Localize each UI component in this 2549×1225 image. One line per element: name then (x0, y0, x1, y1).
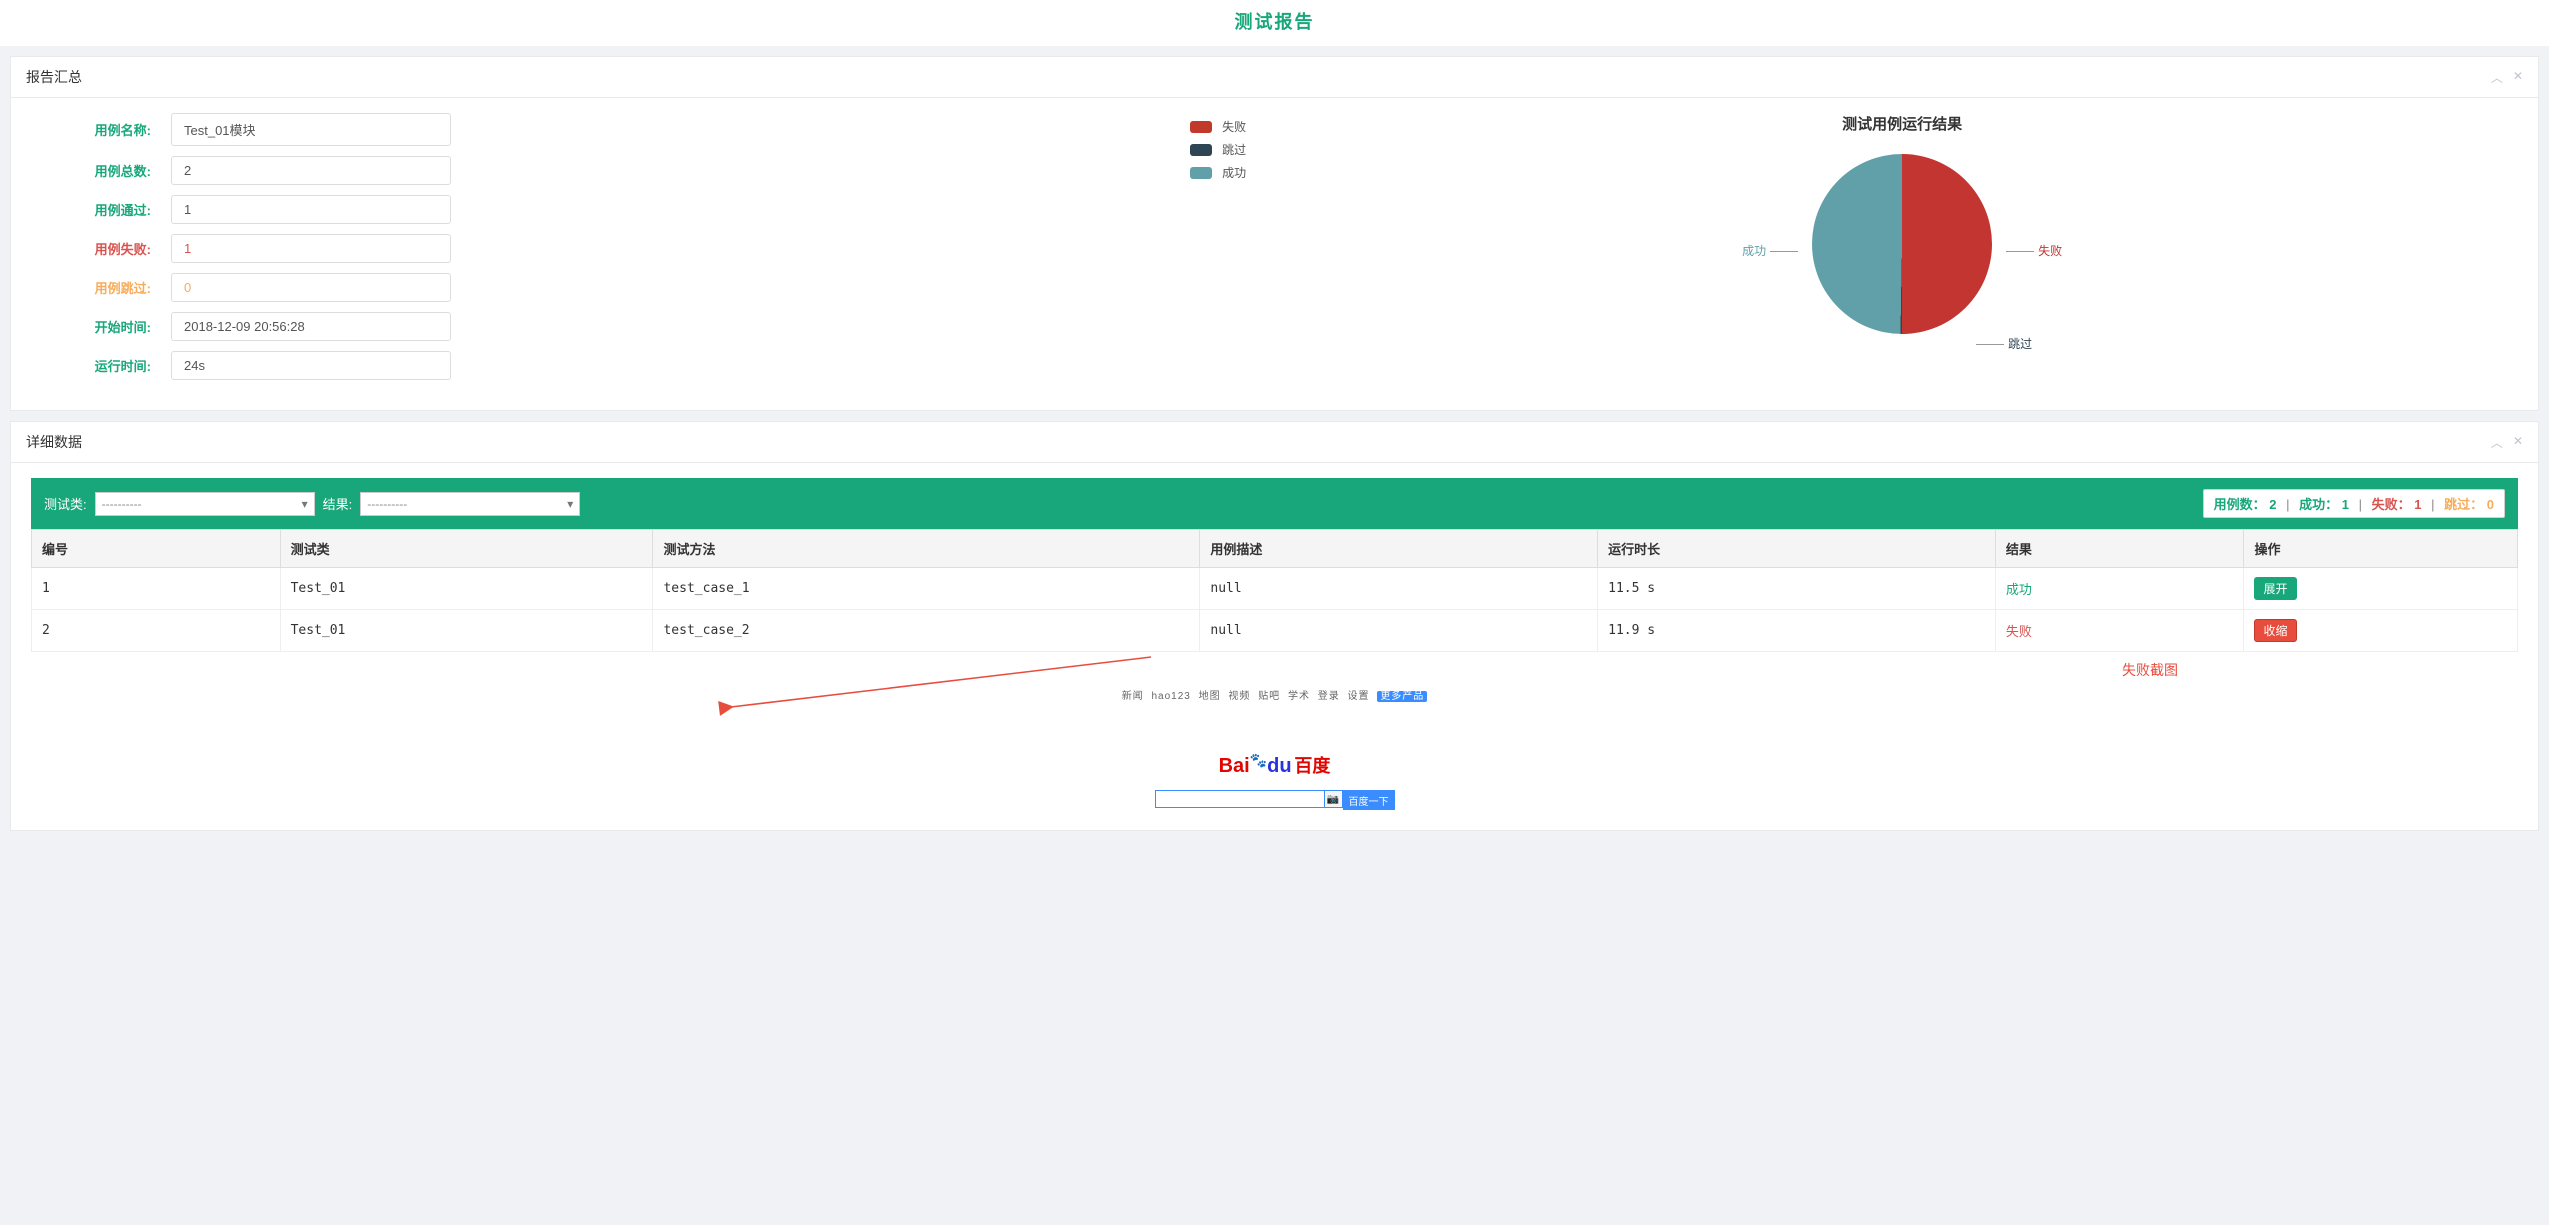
filter-result-select[interactable]: ---------- (360, 492, 580, 516)
value-case-pass: 1 (171, 195, 451, 224)
summary-panel-heading: 报告汇总 ︿ ✕ (11, 57, 2538, 98)
cell-result: 成功 (1995, 568, 2244, 610)
value-run-time: 24s (171, 351, 451, 380)
th-method: 测试方法 (653, 530, 1200, 568)
filter-result-label: 结果: (323, 494, 353, 513)
label-case-pass: 用例通过: (71, 200, 151, 219)
th-action: 操作 (2244, 530, 2518, 568)
counter-fail-value: 1 (2414, 497, 2421, 512)
legend-label-skip: 跳过 (1222, 141, 1246, 158)
annotation-arrow-icon (711, 652, 1171, 722)
counter-skip-value: 0 (2487, 497, 2494, 512)
pie-chart (1812, 154, 1992, 334)
th-idx: 编号 (32, 530, 281, 568)
annotation-text: 失败截图 (2122, 660, 2178, 680)
counter-skip-label: 跳过： (2444, 497, 2483, 512)
annotation-area: 失败截图 新闻 hao123 地图 视频 贴吧 (31, 652, 2518, 810)
row-case-skip: 用例跳过: 0 (71, 273, 1150, 302)
paw-icon: 🐾 (1250, 752, 1267, 768)
summary-panel-title: 报告汇总 (26, 67, 82, 87)
counter-pass-value: 1 (2342, 497, 2349, 512)
counter-pass-label: 成功： (2299, 497, 2338, 512)
th-duration: 运行时长 (1598, 530, 1996, 568)
expand-button[interactable]: 展开 (2254, 577, 2296, 600)
label-case-skip: 用例跳过: (71, 278, 151, 297)
filter-class-value: ---------- (102, 497, 142, 511)
camera-icon: 📷 (1325, 790, 1343, 808)
counter-box: 用例数： 2 | 成功： 1 | 失败： 1 | 跳过： 0 (2203, 489, 2505, 518)
cell-method: test_case_2 (653, 610, 1200, 652)
summary-form: 用例名称: Test_01模块 用例总数: 2 用例通过: 1 用例失败: 1 (31, 113, 1150, 390)
chart-legend: 失败 跳过 成功 (1190, 113, 1246, 187)
counter-total-value: 2 (2269, 497, 2276, 512)
cell-cls: Test_01 (280, 568, 653, 610)
row-start-time: 开始时间: 2018-12-09 20:56:28 (71, 312, 1150, 341)
legend-skip[interactable]: 跳过 (1190, 141, 1246, 158)
counter-total-label: 用例数： (2214, 497, 2266, 512)
legend-label-pass: 成功 (1222, 164, 1246, 181)
value-case-skip: 0 (171, 273, 451, 302)
close-icon[interactable]: ✕ (2513, 434, 2523, 451)
legend-swatch-skip (1190, 144, 1212, 156)
row-case-fail: 用例失败: 1 (71, 234, 1150, 263)
label-case-name: 用例名称: (71, 120, 151, 139)
row-case-pass: 用例通过: 1 (71, 195, 1150, 224)
legend-swatch-pass (1190, 167, 1212, 179)
collapse-button[interactable]: 收缩 (2254, 619, 2296, 642)
legend-pass[interactable]: 成功 (1190, 164, 1246, 181)
value-case-fail: 1 (171, 234, 451, 263)
detail-panel: 详细数据 ︿ ✕ 测试类: ---------- 结果: ---------- (10, 421, 2539, 831)
shot-search-input (1155, 790, 1325, 808)
close-icon[interactable]: ✕ (2513, 69, 2523, 86)
label-case-total: 用例总数: (71, 161, 151, 180)
cell-duration: 11.9 s (1598, 610, 1996, 652)
cell-method: test_case_1 (653, 568, 1200, 610)
legend-label-fail: 失败 (1222, 118, 1246, 135)
summary-panel: 报告汇总 ︿ ✕ 用例名称: Test_01模块 用例总数: 2 (10, 56, 2539, 411)
row-run-time: 运行时间: 24s (71, 351, 1150, 380)
shot-search-button: 百度一下 (1343, 790, 1395, 810)
shot-logo: Bai🐾du 百度 (1075, 752, 1475, 778)
value-case-name: Test_01模块 (171, 113, 451, 146)
cell-cls: Test_01 (280, 610, 653, 652)
cell-desc: null (1200, 610, 1598, 652)
pie-label-fail: 失败 (2002, 242, 2062, 259)
row-case-name: 用例名称: Test_01模块 (71, 113, 1150, 146)
legend-fail[interactable]: 失败 (1190, 118, 1246, 135)
pie-label-pass: 成功 (1742, 242, 1802, 259)
table-row: 1 Test_01 test_case_1 null 11.5 s 成功 展开 (32, 568, 2518, 610)
title-bar: 测试报告 (0, 0, 2549, 46)
filter-class-label: 测试类: (44, 494, 87, 513)
value-case-total: 2 (171, 156, 451, 185)
collapse-icon[interactable]: ︿ (2491, 69, 2503, 86)
pie-chart-box: 测试用例运行结果 成功 失败 跳过 (1286, 113, 2518, 334)
value-start-time: 2018-12-09 20:56:28 (171, 312, 451, 341)
detail-panel-title: 详细数据 (26, 432, 82, 452)
filter-class-select[interactable]: ---------- (95, 492, 315, 516)
chart-title: 测试用例运行结果 (1286, 113, 2518, 134)
label-start-time: 开始时间: (71, 317, 151, 336)
counter-fail-label: 失败： (2372, 497, 2411, 512)
filter-bar: 测试类: ---------- 结果: ---------- 用例数： 2 | … (31, 478, 2518, 529)
detail-table: 编号 测试类 测试方法 用例描述 运行时长 结果 操作 1 Test_01 te… (31, 529, 2518, 652)
row-case-total: 用例总数: 2 (71, 156, 1150, 185)
collapse-icon[interactable]: ︿ (2491, 434, 2503, 451)
th-desc: 用例描述 (1200, 530, 1598, 568)
table-row: 2 Test_01 test_case_2 null 11.9 s 失败 收缩 (32, 610, 2518, 652)
pie-label-skip: 跳过 (1972, 335, 2032, 352)
filter-result-value: ---------- (367, 497, 407, 511)
legend-swatch-fail (1190, 121, 1212, 133)
cell-desc: null (1200, 568, 1598, 610)
detail-panel-heading: 详细数据 ︿ ✕ (11, 422, 2538, 463)
label-case-fail: 用例失败: (71, 239, 151, 258)
cell-idx: 1 (32, 568, 281, 610)
th-cls: 测试类 (280, 530, 653, 568)
cell-duration: 11.5 s (1598, 568, 1996, 610)
page-title: 测试报告 (1235, 12, 1315, 32)
cell-result: 失败 (1995, 610, 2244, 652)
label-run-time: 运行时间: (71, 356, 151, 375)
th-result: 结果 (1995, 530, 2244, 568)
cell-idx: 2 (32, 610, 281, 652)
shot-search-bar: 📷 百度一下 (1075, 790, 1475, 810)
